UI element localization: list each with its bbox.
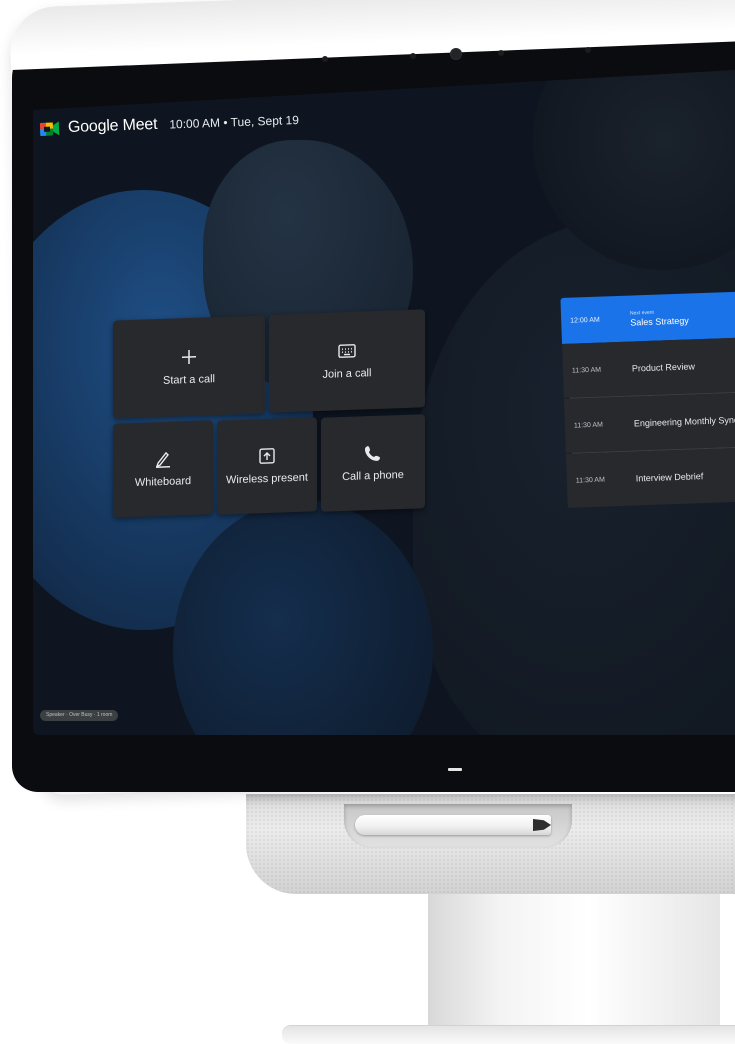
agenda-item[interactable]: 11:30 AM Engineering Monthly Sync <box>563 392 735 453</box>
agenda-item-title: Engineering Monthly Sync <box>633 414 735 429</box>
call-phone-button[interactable]: Call a phone <box>321 414 425 512</box>
agenda-item-time: 11:30 AM <box>571 366 602 375</box>
agenda-item[interactable]: 11:30 AM Interview Debrief <box>565 447 735 508</box>
agenda-item[interactable]: 12:00 AM Next event Sales Strategy <box>560 291 735 344</box>
action-tiles: Start a call Join a call Whiteboard Wire… <box>0 0 735 1044</box>
join-call-label: Join a call <box>322 367 372 381</box>
start-call-label: Start a call <box>163 373 215 387</box>
agenda-item-title: Sales Strategy <box>630 315 689 328</box>
agenda-item-time: 11:30 AM <box>575 476 605 485</box>
room-status-badge: Speaker · Over Busy · 1 room <box>40 710 119 721</box>
call-phone-label: Call a phone <box>342 468 404 484</box>
whiteboard-button[interactable]: Whiteboard <box>113 420 213 518</box>
agenda-item-title: Product Review <box>631 361 696 374</box>
start-call-button[interactable]: Start a call <box>113 315 265 419</box>
device-stage: Google Meet 10:00 AM • Tue, Sept 19 Star… <box>0 0 735 1044</box>
keyboard-icon <box>338 342 356 361</box>
pen-icon <box>154 450 172 469</box>
agenda-item-time: 11:30 AM <box>573 421 604 430</box>
whiteboard-label: Whiteboard <box>134 475 192 489</box>
phone-icon <box>364 444 382 463</box>
wireless-present-label: Wireless present <box>226 471 308 487</box>
join-call-button[interactable]: Join a call <box>269 309 425 413</box>
wireless-present-button[interactable]: Wireless present <box>217 417 317 515</box>
agenda-item[interactable]: 11:30 AM Product Review <box>562 337 735 398</box>
plus-icon <box>180 348 198 367</box>
agenda-item-title: Interview Debrief <box>635 471 704 484</box>
agenda-item-time: 12:00 AM <box>570 316 600 325</box>
present-upload-icon <box>258 447 276 466</box>
agenda-panel: 12:00 AM Next event Sales Strategy 11:30… <box>560 280 735 518</box>
